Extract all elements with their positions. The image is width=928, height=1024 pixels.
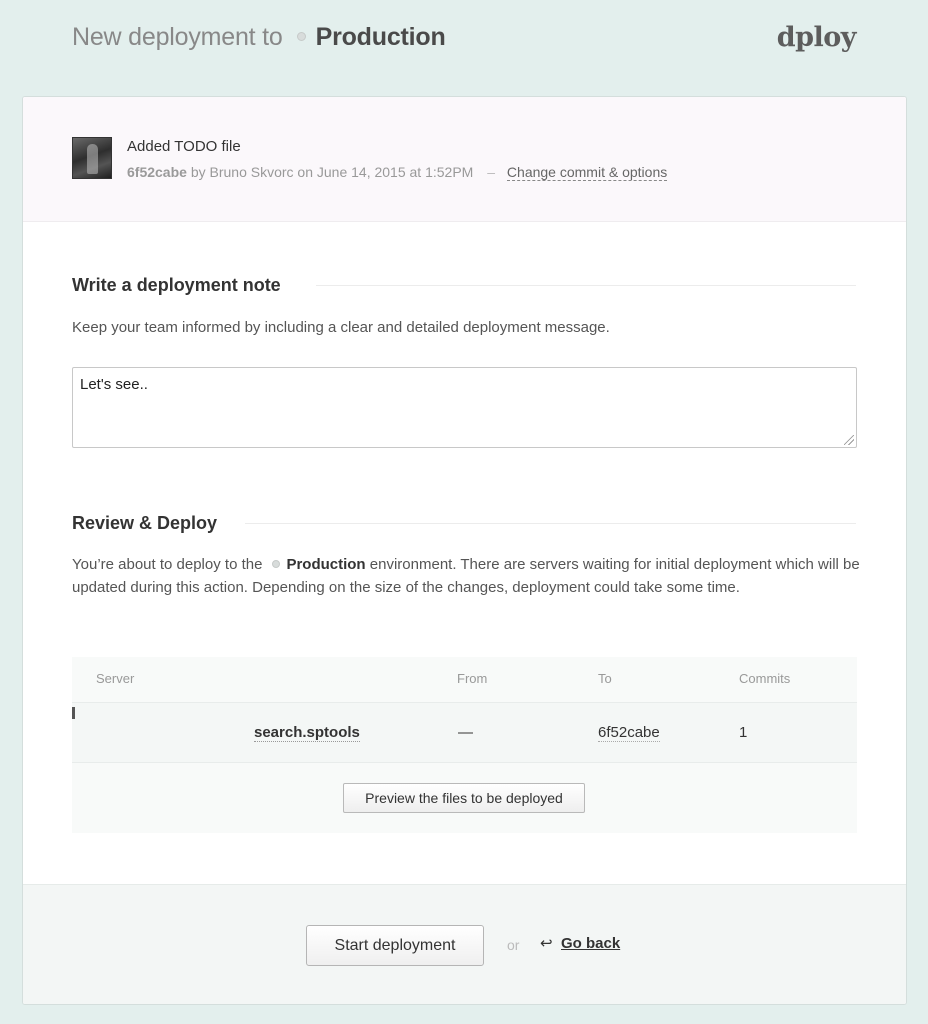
- review-deploy-title: Review & Deploy: [72, 513, 218, 533]
- deployment-note-description: Keep your team informed by including a c…: [72, 319, 610, 336]
- meta-separator: –: [487, 164, 496, 180]
- deployment-note-textarea[interactable]: Let's see..: [72, 367, 857, 448]
- deployment-card: Added TODO file 6f52cabe by Bruno Skvorc…: [22, 96, 907, 1005]
- servers-table: Server From To Commits search.sptools — …: [72, 657, 857, 833]
- commit-author-date: by Bruno Skvorc on June 14, 2015 at 1:52…: [190, 164, 474, 180]
- preview-files-button[interactable]: Preview the files to be deployed: [343, 783, 585, 813]
- column-header-commits: Commits: [739, 671, 791, 686]
- deployment-footer: Start deployment or ↩ Go back: [23, 884, 906, 1004]
- commit-message: Added TODO file: [127, 138, 241, 155]
- commit-hash: 6f52cabe: [127, 164, 187, 180]
- page-header: New deployment to Production dploy: [0, 0, 928, 96]
- go-back-link[interactable]: Go back: [561, 935, 620, 952]
- start-deployment-button[interactable]: Start deployment: [306, 925, 484, 966]
- server-name-link[interactable]: search.sptools: [254, 724, 360, 742]
- column-header-to: To: [598, 671, 612, 686]
- to-revision[interactable]: 6f52cabe: [598, 724, 660, 742]
- column-header-from: From: [457, 671, 488, 686]
- review-desc-before: You’re about to deploy to the: [72, 556, 263, 573]
- dploy-logo[interactable]: dploy: [777, 22, 857, 53]
- deployment-note-title: Write a deployment note: [72, 275, 281, 295]
- page-title-prefix: New deployment to: [72, 23, 283, 51]
- server-status-icon: [72, 707, 75, 719]
- commit-count: 1: [739, 724, 748, 741]
- environment-status-icon: [272, 559, 281, 568]
- change-commit-link[interactable]: Change commit & options: [506, 164, 668, 181]
- or-separator: or: [507, 937, 520, 953]
- environment-name: Production: [315, 23, 446, 51]
- commit-summary: Added TODO file 6f52cabe by Bruno Skvorc…: [23, 97, 906, 222]
- table-header-row: Server From To Commits: [72, 657, 857, 703]
- review-deploy-description: You’re about to deploy to the Production …: [72, 553, 862, 599]
- commit-meta: 6f52cabe by Bruno Skvorc on June 14, 201…: [127, 164, 668, 181]
- section-divider: [245, 523, 856, 524]
- page-title: New deployment to Production: [72, 23, 446, 52]
- review-environment-name: Production: [286, 556, 366, 573]
- from-revision: —: [458, 724, 473, 741]
- column-header-server: Server: [96, 671, 135, 686]
- section-divider: [316, 285, 856, 286]
- textarea-resize-handle[interactable]: [844, 435, 854, 445]
- table-row: search.sptools — 6f52cabe 1: [72, 703, 857, 763]
- back-arrow-icon[interactable]: ↩: [540, 934, 553, 952]
- environment-status-icon: [296, 31, 306, 41]
- avatar: [72, 137, 112, 179]
